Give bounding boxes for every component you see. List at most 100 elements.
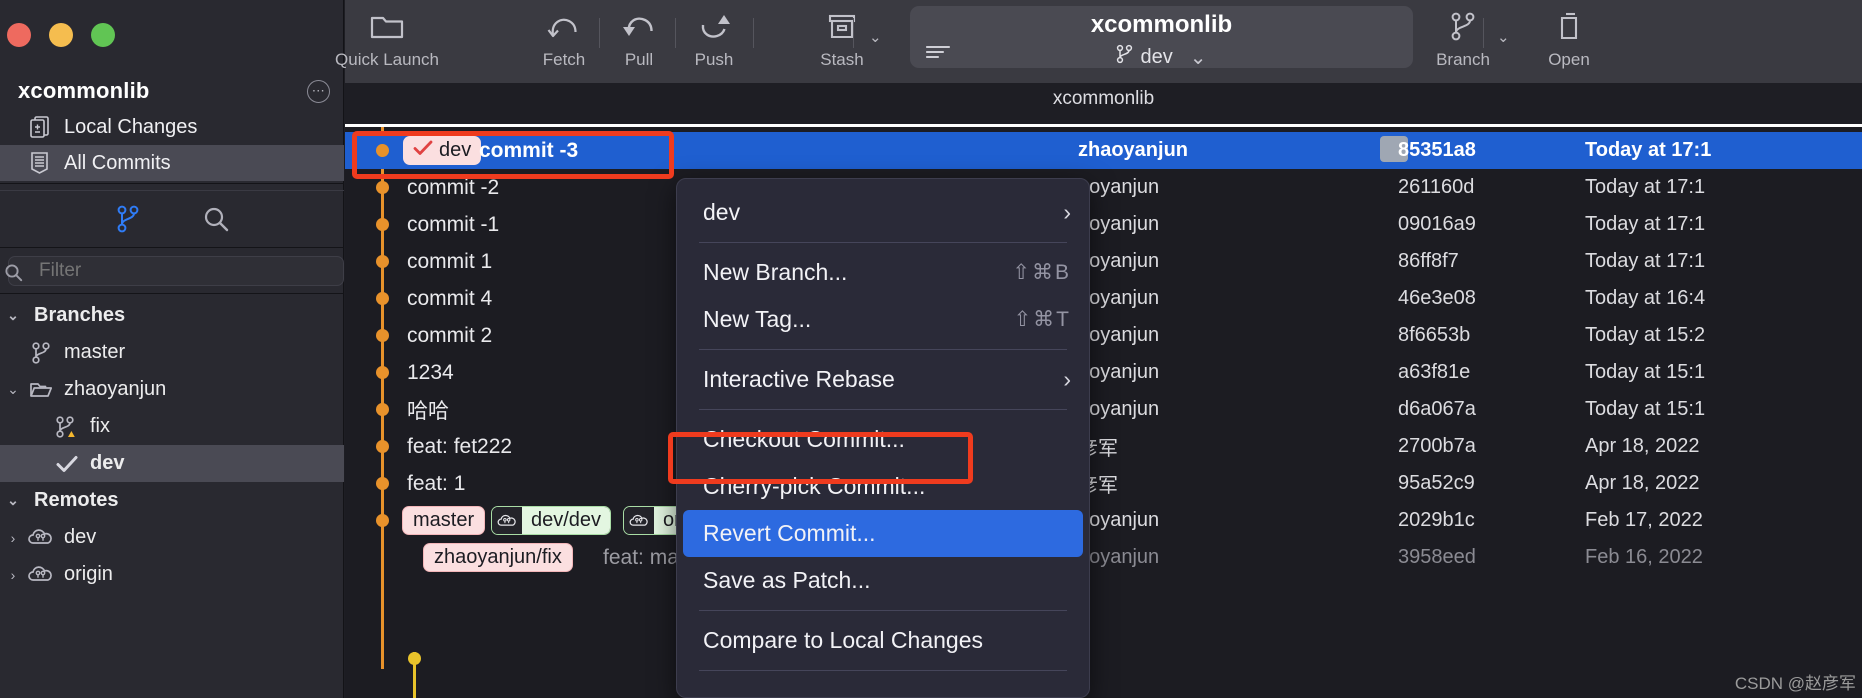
close-window-button[interactable] (7, 23, 31, 47)
menu-item-cherry-pick-commit[interactable]: Cherry-pick Commit... (677, 463, 1089, 510)
sidebar-repo-header: xcommonlib ⋯ (0, 72, 344, 110)
push-button[interactable]: Push (675, 6, 753, 78)
sidebar-item-all-commits[interactable]: All Commits (0, 145, 344, 181)
chevron-right-icon[interactable]: › (0, 567, 26, 583)
commit-date: Today at 15:1 (1585, 361, 1706, 383)
menu-item-save-as-patch[interactable]: Save as Patch... (677, 557, 1089, 604)
chevron-down-icon[interactable]: ⌄ (0, 381, 26, 398)
chevron-right-icon: › (1063, 366, 1071, 392)
commit-hash: 261160d (1398, 176, 1475, 198)
fetch-icon (545, 6, 583, 48)
commit-author: zhaoyanjun (1078, 139, 1189, 161)
titlebox-branch[interactable]: dev ⌄ (910, 44, 1413, 70)
sidebar-repo-title: xcommonlib (18, 78, 150, 103)
sidebar-group-branches[interactable]: ⌄ Branches (0, 297, 344, 334)
pull-button[interactable]: Pull (600, 6, 678, 78)
commit-author: aoyanjun (1078, 509, 1160, 531)
menu-item-new-tag[interactable]: New Tag... ⇧⌘T (677, 296, 1089, 343)
table-row[interactable]: feat: fet222 彦军 2700b7a Apr 18, 2022 (345, 428, 1862, 465)
sidebar-item-local-changes[interactable]: Local Changes (0, 109, 344, 145)
graph-node (376, 514, 389, 527)
git-branch-icon (26, 341, 56, 365)
quick-launch-button[interactable]: Quick Launch (335, 6, 439, 78)
open-button[interactable]: Open (1530, 6, 1608, 78)
table-row[interactable]: 1234 aoyanjun a63f81e Today at 15:1 (345, 354, 1862, 391)
menu-item-checkout-commit[interactable]: Checkout Commit... (677, 416, 1089, 463)
sidebar-divider-3 (0, 247, 344, 248)
remote-cloud-icon (492, 507, 522, 534)
branch-button[interactable]: Branch (1424, 6, 1502, 78)
graph-node (376, 255, 389, 268)
commit-date: Apr 18, 2022 (1585, 435, 1700, 457)
branch-chevron-down-icon[interactable]: ⌄ (1497, 28, 1510, 46)
ref-chip-zhaoyanjun-fix[interactable]: zhaoyanjun/fix (423, 543, 573, 572)
chevron-down-icon[interactable]: ⌄ (0, 307, 26, 324)
commit-message: 1234 (407, 360, 454, 384)
sidebar-remote-origin[interactable]: › origin (0, 556, 344, 593)
graph-node (376, 440, 389, 453)
commit-date: Today at 17:1 (1585, 213, 1706, 235)
table-row[interactable]: dev commit -3 zhaoyanjun 85351a8 Today a… (345, 132, 1862, 169)
fetch-button[interactable]: Fetch (525, 6, 603, 78)
tab-search[interactable] (199, 202, 233, 236)
sidebar-folder-zhaoyanjun[interactable]: ⌄ zhaoyanjun (0, 371, 344, 408)
menu-item-label: Cherry-pick Commit... (703, 473, 926, 499)
menu-separator (699, 242, 1067, 243)
table-row[interactable]: commit -2 aoyanjun 261160d Today at 17:1 (345, 169, 1862, 206)
table-row[interactable]: commit 2 aoyanjun 8f6653b Today at 15:2 (345, 317, 1862, 354)
toolbar-separator (853, 18, 854, 48)
ref-chip-dev-dev[interactable]: dev/dev (491, 506, 612, 535)
graph-node (376, 181, 389, 194)
commit-date: Feb 16, 2022 (1585, 546, 1703, 568)
menu-item-shortcut: ⇧⌘T (1013, 308, 1071, 331)
remote-cloud-icon (26, 564, 56, 586)
commit-hash: 46e3e08 (1398, 287, 1476, 309)
maximize-window-button[interactable] (91, 23, 115, 47)
menu-item-revert-commit[interactable]: Revert Commit... (683, 510, 1083, 557)
table-row[interactable]: 哈哈 aoyanjun d6a067a Today at 15:1 (345, 391, 1862, 428)
commit-date: Feb 17, 2022 (1585, 509, 1703, 531)
folder-icon (26, 380, 56, 400)
filter-input[interactable] (8, 256, 344, 286)
table-row[interactable]: commit 1 aoyanjun 86ff8f7 Today at 17:1 (345, 243, 1862, 280)
sidebar-item-label: dev (64, 526, 97, 548)
table-row[interactable]: master dev/dev ori aoyanjun 2029b1c Feb … (345, 502, 1862, 539)
commit-hash: d6a067a (1398, 398, 1476, 420)
commit-list: dev commit -3 zhaoyanjun 85351a8 Today a… (345, 124, 1862, 698)
commit-message: commit 4 (407, 286, 493, 310)
chevron-right-icon[interactable]: › (0, 530, 26, 546)
commit-date: Today at 17:1 (1585, 139, 1712, 161)
table-row[interactable]: feat: 1 彦军 95a52c9 Apr 18, 2022 (345, 465, 1862, 502)
table-row[interactable]: commit 4 aoyanjun 46e3e08 Today at 16:4 (345, 280, 1862, 317)
sidebar-item-fix[interactable]: fix (0, 408, 344, 445)
sidebar-group-remotes[interactable]: ⌄ Remotes (0, 482, 344, 519)
sidebar-item-label: master (64, 341, 126, 363)
menu-item-compare-to-local-changes[interactable]: Compare to Local Changes (677, 617, 1089, 664)
menu-separator (699, 349, 1067, 350)
sidebar-item-label: zhaoyanjun (64, 378, 167, 400)
minimize-window-button[interactable] (49, 23, 73, 47)
stash-chevron-down-icon[interactable]: ⌄ (869, 28, 882, 46)
table-row[interactable]: commit -1 aoyanjun 09016a9 Today at 17:1 (345, 206, 1862, 243)
menu-item-interactive-rebase[interactable]: Interactive Rebase › (677, 356, 1089, 403)
repo-more-icon[interactable]: ⋯ (307, 79, 330, 103)
table-row[interactable]: zhaoyanjun/fix feat: mave aoyanjun 3958e… (345, 539, 1862, 576)
sidebar-remote-dev[interactable]: › dev (0, 519, 344, 556)
branch-chip-dev[interactable]: dev (403, 136, 482, 165)
sidebar-item-master[interactable]: master (0, 334, 344, 371)
repo-title-box[interactable]: xcommonlib dev ⌄ (910, 6, 1413, 70)
chevron-down-icon[interactable]: ⌄ (0, 492, 26, 509)
menu-item-label: New Branch... (703, 259, 848, 285)
menu-item-new-branch[interactable]: New Branch... ⇧⌘B (677, 249, 1089, 296)
menu-item-dev[interactable]: dev › (677, 189, 1089, 236)
chevron-down-icon[interactable]: ⌄ (1190, 45, 1207, 70)
sidebar-item-label: dev (90, 452, 125, 474)
commit-author: aoyanjun (1078, 361, 1160, 383)
sidebar-item-dev[interactable]: dev (0, 445, 344, 482)
toolbar-separator (1483, 18, 1484, 48)
ref-chip-master[interactable]: master (402, 506, 486, 535)
tab-branches[interactable] (111, 202, 145, 236)
graph-node (408, 652, 421, 665)
commit-author: aoyanjun (1078, 324, 1160, 346)
sidebar-item-label: origin (64, 563, 113, 585)
